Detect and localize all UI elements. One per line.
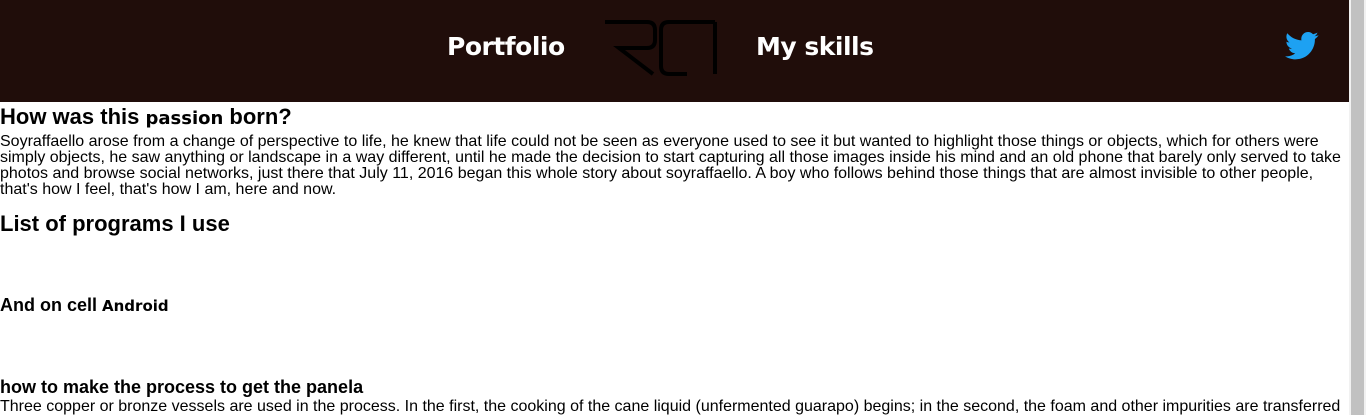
passion-heading: How was this passion born? — [0, 102, 1349, 134]
cell-heading-pre: And on cell — [0, 295, 103, 315]
cell-heading: And on cell Android — [0, 293, 169, 318]
panela-heading: how to make the process to get the panel… — [0, 377, 364, 397]
programs-heading: List of programs I use — [0, 211, 230, 236]
rd-monogram-logo — [605, 20, 717, 76]
page-viewport: Portfolio My skills How was this passion… — [0, 0, 1366, 415]
twitter-bird-icon — [1285, 31, 1319, 60]
passion-paragraph: Soyraffaello arose from a change of pers… — [0, 133, 1341, 198]
rd-logo-icon[interactable] — [603, 18, 723, 76]
vertical-scrollbar[interactable] — [1349, 0, 1366, 415]
cell-heading-emphasis: Android — [102, 297, 169, 315]
scrollbar-thumb[interactable] — [1351, 0, 1364, 415]
twitter-icon[interactable] — [1285, 31, 1319, 61]
nav-link-my-skills[interactable]: My skills — [756, 30, 874, 64]
page-content: Portfolio My skills How was this passion… — [0, 0, 1349, 415]
passion-heading-pre: How was this — [0, 104, 146, 129]
passion-heading-emphasis: passion — [145, 108, 224, 129]
site-header: Portfolio My skills — [0, 0, 1349, 102]
main-content: How was this passion born? Soyraffaello … — [0, 102, 1349, 415]
passion-heading-post: born? — [223, 104, 292, 129]
nav-link-portfolio[interactable]: Portfolio — [447, 30, 565, 64]
panela-paragraph: Three copper or bronze vessels are used … — [0, 399, 1341, 415]
